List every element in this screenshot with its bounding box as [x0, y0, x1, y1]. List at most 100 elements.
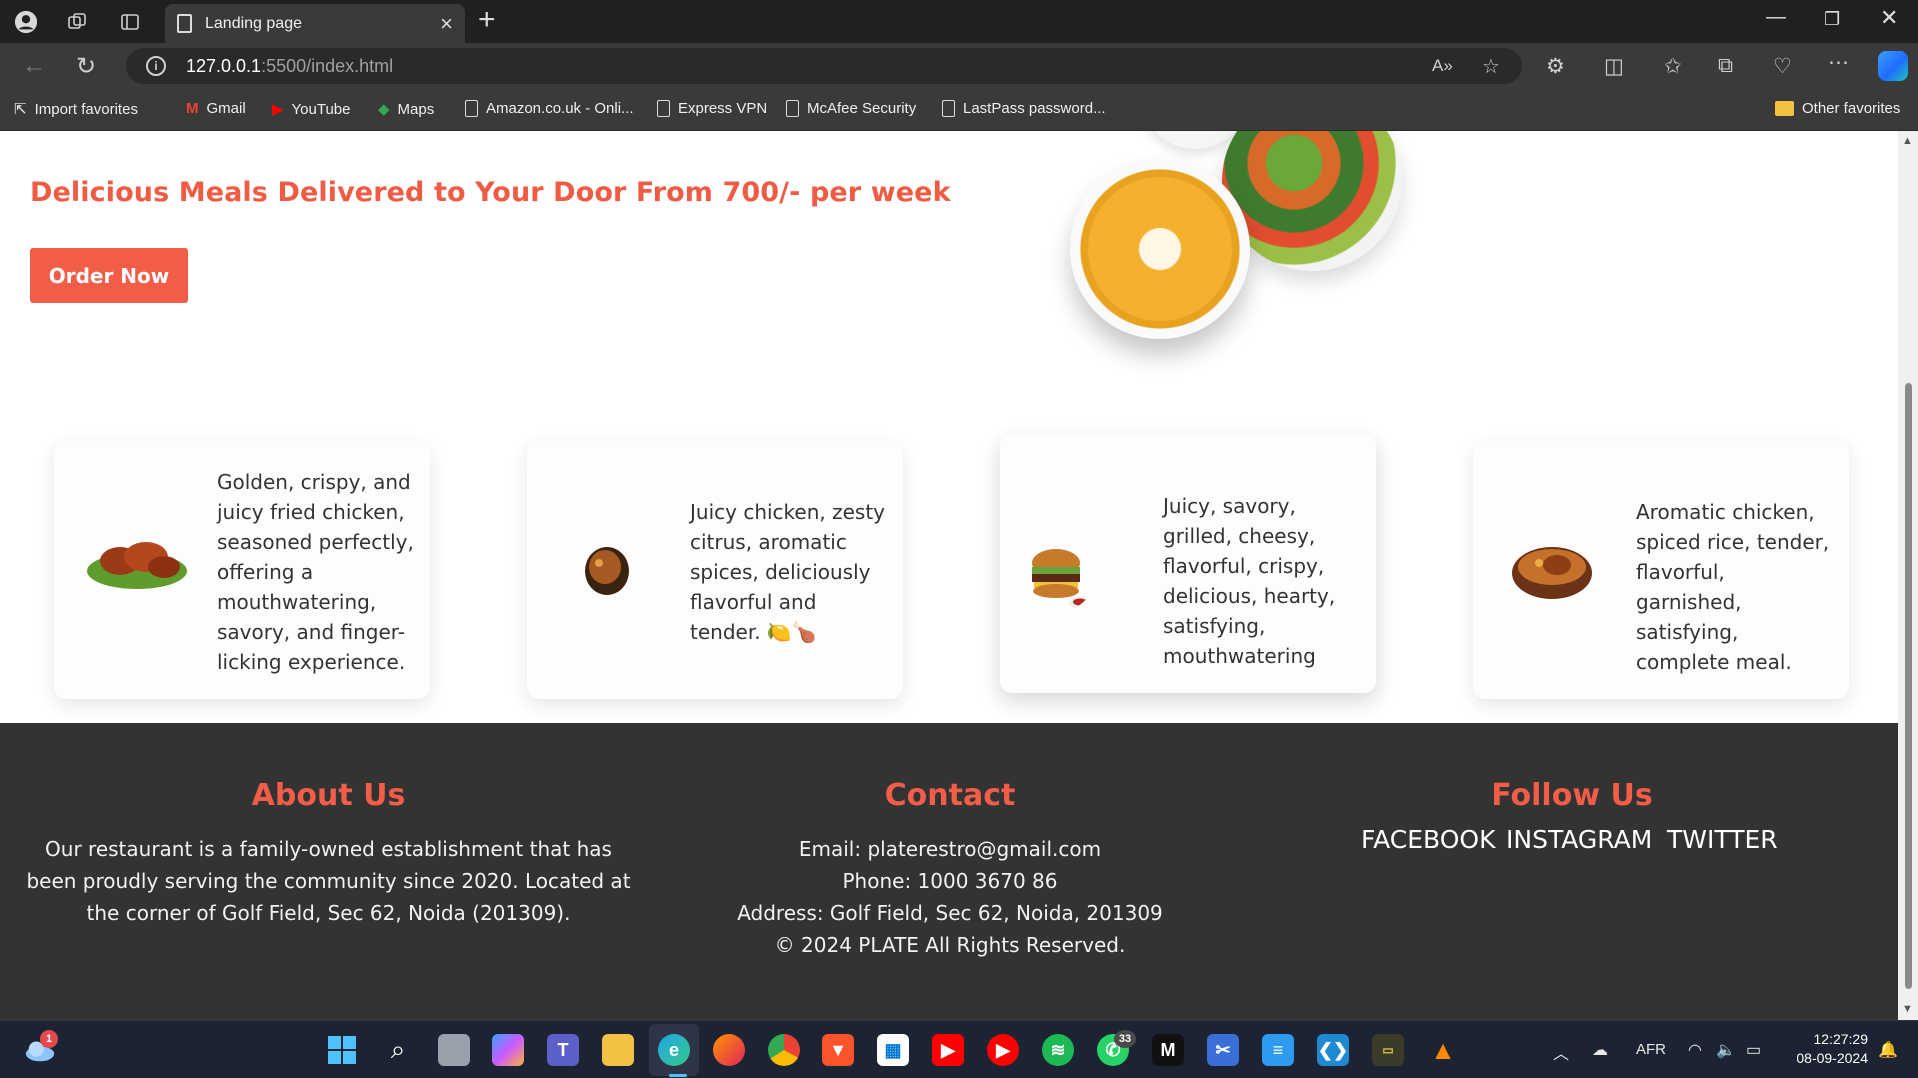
menu-card: Aromatic chicken, spiced rice, tender, f… [1473, 441, 1849, 699]
facebook-link[interactable]: FACEBOOK [1361, 825, 1495, 854]
copilot-taskbar-icon[interactable] [492, 1034, 524, 1066]
search-icon[interactable]: ⌕ [382, 1034, 414, 1066]
instagram-link[interactable]: INSTAGRAM [1506, 825, 1652, 854]
volume-icon[interactable]: 🔈 [1716, 1040, 1736, 1060]
youtube-icon: ▶ [272, 101, 284, 118]
address-bar[interactable]: i 127.0.0.1:5500/index.html A» ☆ [126, 48, 1522, 84]
chicken-biryani-image [1512, 547, 1592, 599]
fav-label: Import favorites [34, 100, 138, 118]
maps-link[interactable]: ◆ Maps [378, 100, 434, 119]
terminal-icon[interactable]: ▭ [1372, 1034, 1404, 1066]
fav-label: Gmail [206, 100, 246, 117]
card-description: Juicy chicken, zesty citrus, aromatic sp… [690, 500, 886, 644]
favorites-bar: ⇱ Import favorites M Gmail ▶ YouTube ◆ Maps … [0, 88, 1918, 131]
vscode-icon[interactable]: ❮❯ [1317, 1034, 1349, 1066]
tray-overflow-icon[interactable]: ︿ [1553, 1040, 1569, 1064]
vlc-icon[interactable]: ▲ [1427, 1034, 1459, 1066]
read-aloud-icon[interactable]: A» [1432, 56, 1453, 76]
scroll-up-icon[interactable]: ▲ [1902, 135, 1913, 147]
folder-icon [1775, 101, 1794, 116]
wifi-icon[interactable]: ◠ [1688, 1040, 1702, 1060]
notepad-icon[interactable]: ≡ [1262, 1034, 1294, 1066]
youtube-app-icon[interactable]: ▶ [932, 1034, 964, 1066]
follow-heading: Follow Us [1491, 778, 1653, 813]
notifications-icon[interactable]: 🔔 [1878, 1040, 1898, 1060]
collections-icon[interactable]: ⧉ [1718, 54, 1733, 78]
file-explorer-icon[interactable] [602, 1034, 634, 1066]
burger-image [1032, 549, 1091, 609]
language-indicator[interactable]: AFR [1636, 1041, 1666, 1058]
expressvpn-link[interactable]: Express VPN [657, 100, 767, 117]
fav-label: Other favorites [1802, 100, 1901, 117]
address-toolbar: ← ↻ i 127.0.0.1:5500/index.html A» ☆ ⚙ ◫… [0, 43, 1918, 88]
site-info-icon[interactable]: i [146, 56, 166, 76]
order-now-button[interactable]: Order Now [30, 248, 188, 303]
url-path: :5500/index.html [261, 56, 394, 76]
youtube-link[interactable]: ▶ YouTube [272, 100, 351, 119]
amazon-link[interactable]: Amazon.co.uk - Onli... [465, 100, 634, 117]
maps-icon: ◆ [378, 101, 390, 118]
store-icon[interactable]: ▦ [877, 1034, 909, 1066]
teams-icon[interactable]: T [547, 1034, 579, 1066]
youtube-music-icon[interactable]: ▶ [987, 1034, 1019, 1066]
restore-icon[interactable]: ❐ [1824, 9, 1840, 30]
back-icon[interactable]: ← [22, 52, 46, 80]
refresh-icon[interactable]: ↻ [76, 52, 96, 81]
contact-heading: Contact [884, 778, 1016, 813]
copilot-icon[interactable] [1878, 51, 1908, 81]
card-description: Juicy, savory, grilled, cheesy, flavorfu… [1163, 494, 1336, 668]
gmail-icon: M [186, 100, 199, 117]
import-icon: ⇱ [14, 101, 27, 118]
start-icon[interactable] [326, 1034, 358, 1066]
page-icon [465, 100, 478, 117]
gmail-link[interactable]: M Gmail [186, 100, 246, 117]
battery-icon[interactable]: ▭ [1746, 1040, 1761, 1060]
menu-card: Golden, crispy, and juicy fried chicken,… [54, 441, 430, 699]
menu-card: Juicy chicken, zesty citrus, aromatic sp… [527, 441, 903, 699]
scroll-down-icon[interactable]: ▼ [1902, 1003, 1913, 1015]
lastpass-link[interactable]: LastPass password... [942, 100, 1106, 117]
close-tab-icon[interactable]: × [440, 11, 453, 37]
site-footer: About Us Our restaurant is a family-owne… [0, 723, 1898, 1020]
twitter-link[interactable]: TWITTER [1667, 825, 1778, 854]
minimize-icon[interactable]: — [1766, 6, 1786, 29]
favorite-star-icon[interactable]: ☆ [1482, 54, 1500, 79]
close-window-icon[interactable]: ✕ [1880, 5, 1898, 31]
new-tab-icon[interactable]: + [478, 3, 496, 37]
fav-label: LastPass password... [963, 100, 1106, 117]
fav-label: Amazon.co.uk - Onli... [486, 100, 634, 117]
contact-phone: Phone: 1000 3670 86 [842, 869, 1058, 893]
tab-landing-page[interactable]: Landing page × [165, 4, 465, 43]
url-host: 127.0.0.1 [186, 56, 262, 76]
import-favorites-link[interactable]: ⇱ Import favorites [14, 100, 138, 119]
task-view-icon[interactable] [438, 1034, 470, 1066]
extensions-icon[interactable]: ⚙ [1546, 54, 1565, 79]
profile-icon[interactable] [14, 10, 38, 34]
fried-chicken-image [87, 542, 187, 589]
chrome-icon[interactable] [768, 1034, 800, 1066]
tab-actions-icon[interactable] [118, 10, 142, 34]
brave-icon[interactable]: ▼ [822, 1034, 854, 1066]
mcafee-link[interactable]: McAfee Security [786, 100, 916, 117]
weather-badge: 1 [40, 1030, 58, 1048]
more-options-icon[interactable]: ⋯ [1828, 50, 1849, 75]
other-favorites-folder[interactable]: Other favorites [1775, 100, 1900, 117]
spotify-icon[interactable]: ≋ [1042, 1034, 1074, 1066]
active-indicator [669, 1074, 687, 1077]
system-clock[interactable]: 12:27:29 08-09-2024 [1782, 1030, 1868, 1068]
browser-essentials-icon[interactable]: ♡ [1773, 54, 1792, 79]
favorites-icon[interactable]: ✩ [1664, 54, 1682, 79]
onedrive-icon[interactable]: ☁ [1592, 1040, 1608, 1060]
workspaces-icon[interactable] [65, 10, 89, 34]
hero-title: Delicious Meals Delivered to Your Door F… [30, 177, 951, 208]
page-icon [942, 100, 955, 117]
scroll-thumb[interactable] [1905, 383, 1912, 989]
page-scrollbar[interactable]: ▲ ▼ [1898, 131, 1918, 1020]
url-text[interactable]: 127.0.0.1:5500/index.html [186, 56, 393, 77]
snipping-tool-icon[interactable]: ✂ [1207, 1034, 1239, 1066]
edge-icon[interactable]: e [658, 1034, 690, 1066]
editor-app-icon[interactable]: M [1152, 1034, 1184, 1066]
firefox-icon[interactable] [713, 1034, 745, 1066]
split-screen-icon[interactable]: ◫ [1604, 54, 1624, 79]
page-icon [657, 100, 670, 117]
